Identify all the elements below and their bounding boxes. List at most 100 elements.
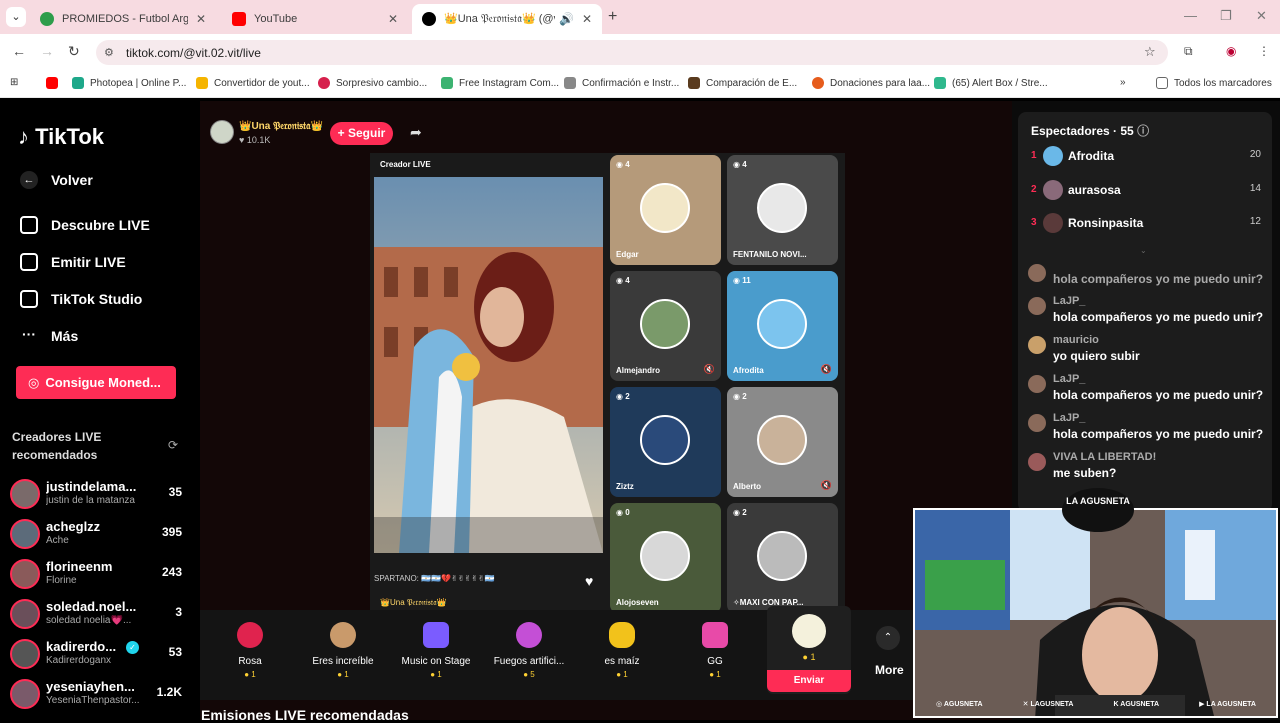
restore-icon[interactable]: ❐ (1220, 8, 1232, 24)
recommended-streams-title: Emisiones LIVE recomendadas (201, 707, 409, 723)
chat-message: LaJP_ hola compañeros yo me puedo unir? (1028, 373, 1268, 407)
avatar (10, 679, 40, 709)
back-nav-item[interactable]: ← Volver (20, 171, 93, 189)
tab-search-dropdown[interactable]: ⌄ (6, 7, 26, 27)
agusneta-logo-image: LA AGUSNETA (1062, 488, 1134, 532)
profile-icon[interactable]: ◉ (1226, 44, 1236, 58)
sidebar-item-discover-live[interactable]: Descubre LIVE (20, 216, 150, 234)
gift-item[interactable]: Music on Stage ● 1 (391, 622, 481, 679)
bookmark-confirmacion[interactable]: Confirmación e Instr... (564, 77, 679, 89)
close-tab-icon[interactable]: ✕ (582, 12, 592, 26)
guest-tile[interactable]: ◉ 4 FENTANILO NOVI... (727, 155, 838, 265)
chat-message: mauricio yo quiero subir (1028, 334, 1268, 368)
guest-tile[interactable]: ◉ 11 Afrodita 🔇 (727, 271, 838, 381)
gift-item[interactable]: Fuegos artifici... ● 5 (484, 622, 574, 679)
like-heart-icon[interactable]: ♥ (585, 573, 593, 589)
tab-youtube[interactable]: YouTube ✕ (222, 4, 408, 34)
corn-gift-icon (609, 622, 635, 648)
follow-button[interactable]: + Seguir (330, 122, 393, 145)
bookmark-convertidor[interactable]: Convertidor de yout... (196, 77, 310, 89)
forward-icon[interactable]: → (40, 43, 54, 59)
new-tab-button[interactable]: + (608, 8, 617, 26)
audio-playing-icon[interactable]: 🔊 (559, 12, 574, 26)
bookmark-alert-box[interactable]: (65) Alert Box / Stre... (934, 77, 1048, 89)
bookmark-star-icon[interactable]: ☆ (1144, 44, 1156, 60)
close-window-icon[interactable]: ✕ (1256, 8, 1267, 24)
gift-item[interactable]: es maíz ● 1 (577, 622, 667, 679)
guest-tile[interactable]: ◉ 2 Ziztz (610, 387, 721, 497)
x-handle: ✕ LAGUSNETA (1022, 701, 1074, 708)
back-icon[interactable]: ← (12, 43, 26, 59)
guest-tile[interactable]: ◉ 0 Alojoseven (610, 503, 721, 613)
chat-message: LaJP_ hola compañeros yo me puedo unir? (1028, 412, 1268, 446)
guest-tile[interactable]: ◉ 4 Edgar (610, 155, 721, 265)
url-text[interactable]: tiktok.com/@vit.02.vit/live (126, 46, 261, 60)
tab-promiedos[interactable]: PROMIEDOS - Futbol Argentino ✕ (30, 4, 216, 34)
arrow-left-icon: ← (20, 171, 38, 189)
gift-item[interactable]: Rosa ● 1 (205, 622, 295, 679)
gift-item[interactable]: GG ● 1 (670, 622, 760, 679)
host-name[interactable]: 👑Una 𝔓𝔢𝔯𝔬𝔫𝔦𝔰𝔱𝔞👑 (239, 121, 323, 132)
guest-avatar (757, 183, 807, 233)
guest-avatar (640, 415, 690, 465)
host-name-strip: 👑Una 𝔓𝔢𝔯𝔬𝔫𝔦𝔰𝔱𝔞👑 (380, 598, 447, 607)
gift-item[interactable]: Eres increíble ● 1 (298, 622, 388, 679)
recommended-creator[interactable]: yeseniayhen... YeseniaThenpastor... 1.2K (10, 679, 182, 715)
guest-avatar (640, 299, 690, 349)
sidebar-item-go-live[interactable]: Emitir LIVE (20, 253, 126, 271)
site-info-icon[interactable]: ⚙ (104, 46, 114, 59)
top-viewer[interactable]: 2 aurasosa 14 (1031, 180, 1261, 204)
la-agusneta-logo: LA AGUSNETA (1060, 480, 1136, 536)
bookmark-photopea[interactable]: Photopea | Online P... (72, 77, 186, 89)
recommended-creator[interactable]: acheglzz Ache 395 (10, 519, 182, 555)
recommended-creator[interactable]: soledad.noel... soledad noelia💗... 3 (10, 599, 182, 635)
close-tab-icon[interactable]: ✕ (196, 12, 206, 26)
recommended-creator[interactable]: florineenm Florine 243 (10, 559, 182, 595)
top-viewer[interactable]: 1 Afrodita 20 (1031, 146, 1261, 170)
recommended-creator[interactable]: kadirerdo... ✓ Kadirerdoganx 53 (10, 639, 182, 675)
avatar (1043, 146, 1063, 166)
instagram-handle: ◎ AGUSNETA (936, 701, 983, 708)
bookmark-donaciones[interactable]: Donaciones para laa... (812, 77, 930, 89)
tab-tiktok-live[interactable]: 👑Una 𝔓𝔢𝔯𝔬𝔫𝔦𝔰𝔱𝔞👑 (@vit.0 🔊 ✕ (412, 4, 602, 34)
fireworks-gift-icon (516, 622, 542, 648)
close-tab-icon[interactable]: ✕ (388, 12, 398, 26)
tiktok-favicon-icon (422, 12, 436, 26)
collapse-icon[interactable]: ⌄ (1140, 246, 1147, 255)
site-icon (688, 77, 700, 89)
bookmark-comparacion[interactable]: Comparación de E... (688, 77, 797, 89)
avatar (10, 559, 40, 589)
sidebar-item-tiktok-studio[interactable]: TikTok Studio (20, 290, 142, 308)
send-gift-button[interactable]: Enviar (767, 670, 851, 692)
tiktok-logo[interactable]: ♪ TikTok (18, 124, 104, 150)
refresh-icon[interactable]: ⟳ (168, 438, 178, 452)
avatar (1043, 213, 1063, 233)
share-icon[interactable]: ➦ (410, 124, 422, 141)
avatar (1028, 264, 1046, 282)
bookmarks-overflow-icon[interactable]: » (1120, 77, 1126, 88)
get-coins-button[interactable]: ◎ Consigue Moned... (16, 366, 176, 399)
guest-tile[interactable]: ◉ 2 Alberto 🔇 (727, 387, 838, 497)
minimize-icon[interactable]: — (1184, 8, 1197, 23)
all-bookmarks[interactable]: Todos los marcadores (1156, 77, 1272, 89)
sidebar-item-more[interactable]: ··· Más (20, 327, 78, 345)
more-gifts-button[interactable]: More (875, 663, 904, 677)
bookmark-instagram[interactable]: Free Instagram Com... (441, 77, 559, 89)
reload-icon[interactable]: ↻ (68, 43, 80, 60)
recommended-creator[interactable]: justindelama... justin de la matanza 35 (10, 479, 182, 515)
info-icon[interactable]: ⓘ (1137, 124, 1149, 138)
apps-grid-icon[interactable]: ⊞ (10, 77, 18, 88)
guest-tile[interactable]: ◉ 4 Almejandro 🔇 (610, 271, 721, 381)
bookmark-youtube-icon[interactable] (46, 77, 64, 89)
menu-dots-icon[interactable]: ⋮ (1258, 44, 1270, 58)
guest-avatar (640, 531, 690, 581)
guest-tile[interactable]: ◉ 2 ✧MAXI CON PAP... (727, 503, 838, 613)
host-video[interactable] (374, 177, 603, 553)
top-viewer[interactable]: 3 Ronsinpasita 12 (1031, 213, 1261, 237)
avatar (1028, 375, 1046, 393)
verified-badge-icon: ✓ (126, 641, 139, 654)
chevron-up-icon[interactable]: ⌃ (876, 626, 900, 650)
extensions-icon[interactable]: ⧉ (1184, 44, 1193, 59)
host-avatar[interactable] (210, 120, 234, 144)
bookmark-sorpresivo[interactable]: Sorpresivo cambio... (318, 77, 427, 89)
